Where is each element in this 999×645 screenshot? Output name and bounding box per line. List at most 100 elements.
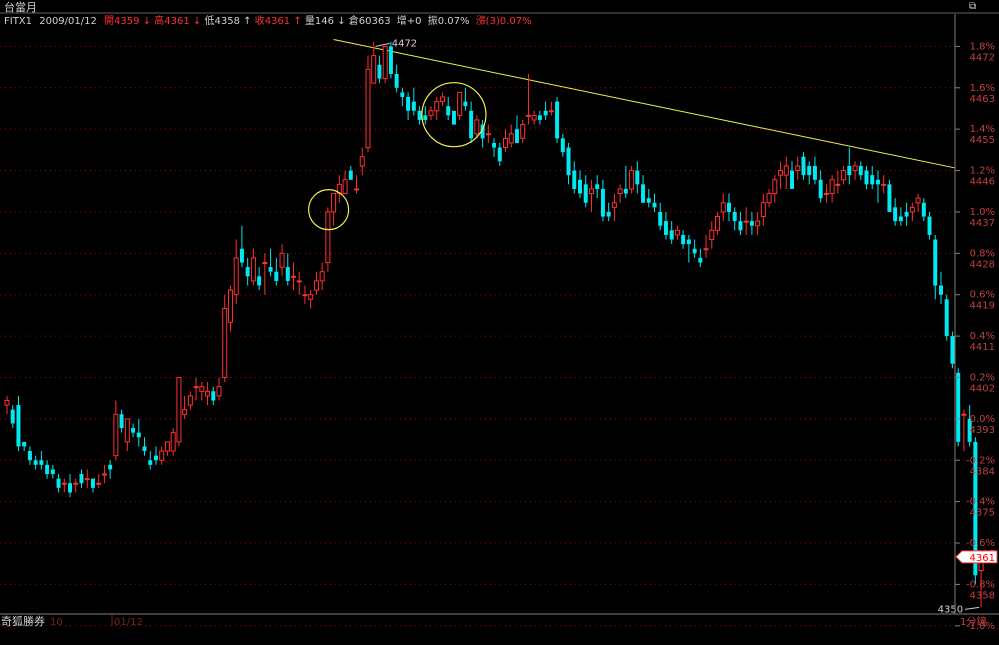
candle-body-down <box>153 455 158 461</box>
candle-body-down <box>285 267 290 281</box>
candle-body-down <box>950 336 955 364</box>
candle-body-down <box>119 414 124 429</box>
axis-price-label: 4428 <box>970 259 995 270</box>
down-arrow-icon: ↓ <box>193 16 201 27</box>
candle-body-up <box>720 202 726 213</box>
candle-body-down <box>641 184 646 203</box>
candle-body-up <box>73 482 79 485</box>
high-label: 4472 <box>392 38 417 49</box>
candle-body-down <box>938 285 943 295</box>
axis-price-label: 4402 <box>970 383 995 394</box>
candle-body-down <box>646 198 651 203</box>
candle-body-up <box>159 450 165 461</box>
candle-body-up <box>4 399 10 406</box>
candle-body-up <box>915 197 921 204</box>
candle-body-down <box>108 464 113 470</box>
candle-body-up <box>96 482 102 485</box>
candle-body-up <box>852 165 858 172</box>
candle <box>382 45 388 84</box>
candle-body-up <box>199 386 205 392</box>
candle-body-up <box>113 413 119 457</box>
axis-price-label: 4446 <box>970 177 995 188</box>
candle-body-down <box>635 170 640 185</box>
candle-body-down <box>663 221 668 235</box>
candle-body-up <box>342 179 348 195</box>
candle-body-down <box>732 211 737 222</box>
candle-body-up <box>382 45 388 80</box>
candle-body-down <box>417 110 422 120</box>
candle <box>176 376 182 447</box>
candle-body-up <box>617 188 623 195</box>
candle-body-down <box>801 156 806 176</box>
candle-body-down <box>904 211 909 217</box>
candle-body-down <box>406 96 411 111</box>
candle-body-down <box>606 211 611 217</box>
candle-body-down <box>377 64 382 79</box>
candle-body-up <box>227 289 233 323</box>
candle-body-up <box>743 220 749 223</box>
candle-body-down <box>257 276 262 286</box>
axis-pct-label: 0.2% <box>970 372 995 383</box>
axis-pct-label: 0.6% <box>970 290 995 301</box>
candle-body-up <box>308 294 314 300</box>
candle-body-up <box>124 418 130 443</box>
candle-body-down <box>131 428 136 433</box>
candle-body-up <box>187 395 193 406</box>
last-price-label: 4361 <box>970 553 995 564</box>
candle-body-down <box>22 441 27 447</box>
candle-body-up <box>291 275 296 278</box>
candle-body-down <box>870 175 875 185</box>
axis-price-label: 4411 <box>970 342 995 353</box>
candle-body-down <box>537 115 542 120</box>
candle <box>944 294 949 341</box>
candle-body-up <box>164 441 170 452</box>
candle-body-up <box>525 114 531 117</box>
axis-price-label: 4463 <box>970 94 995 105</box>
up-arrow-icon: ↑ <box>243 16 251 27</box>
axis-price-label: 4419 <box>970 301 995 312</box>
candlestick-chart[interactable]: 台當月 ⧉ FITX1 2009/01/12 開4359 ↓ 高4361 ↓ 低… <box>0 0 999 645</box>
candle <box>170 428 176 456</box>
candle-body-up <box>531 114 537 121</box>
footer-date: 01/12 <box>114 617 143 628</box>
candle-body-up <box>709 229 715 241</box>
candle-body-up <box>170 432 176 452</box>
quote-high: 高4361 <box>154 14 189 27</box>
candle-body-down <box>10 409 15 424</box>
candle-body-up <box>520 124 526 139</box>
candle-body-down <box>944 299 949 337</box>
candle-body-up <box>508 133 514 144</box>
quote-close: 收4361 <box>255 14 290 27</box>
candle-body-down <box>16 405 21 447</box>
indicator-value: 10 <box>50 617 63 628</box>
indicator-name[interactable]: 奇狐勝券 <box>1 614 45 628</box>
candle-body-down <box>600 188 605 217</box>
candle-body-down <box>423 115 428 120</box>
candle-body-up <box>302 294 308 297</box>
candle-body-down <box>749 221 754 226</box>
restore-icon[interactable]: ⧉ <box>969 1 976 12</box>
axis-price-label: 4393 <box>970 425 995 436</box>
candle-body-down <box>274 271 279 281</box>
candle-body-down <box>469 110 474 139</box>
candle-body-up <box>434 101 440 112</box>
candle-body-up <box>772 179 778 195</box>
candle-body-down <box>245 267 250 277</box>
axis-pct-label: -0.4% <box>966 497 995 508</box>
chart-background <box>0 0 999 645</box>
candle-body-up <box>674 229 680 236</box>
candle-body-down <box>572 170 577 189</box>
axis-pct-label: -0.6% <box>966 538 995 549</box>
candle-body-down <box>927 216 932 235</box>
axis-price-label: 4472 <box>970 52 995 63</box>
candle-body-down <box>583 184 588 203</box>
candle-body-up <box>182 409 188 415</box>
candle-body-up <box>193 386 199 389</box>
candle-body-up <box>331 193 337 213</box>
candle-body-down <box>388 46 393 74</box>
candle-body-down <box>39 460 44 465</box>
candle-body-up <box>755 220 761 227</box>
candle-body-down <box>463 101 468 107</box>
candle-body-up <box>84 478 90 481</box>
period-label[interactable]: 1分鐘 <box>960 615 986 628</box>
